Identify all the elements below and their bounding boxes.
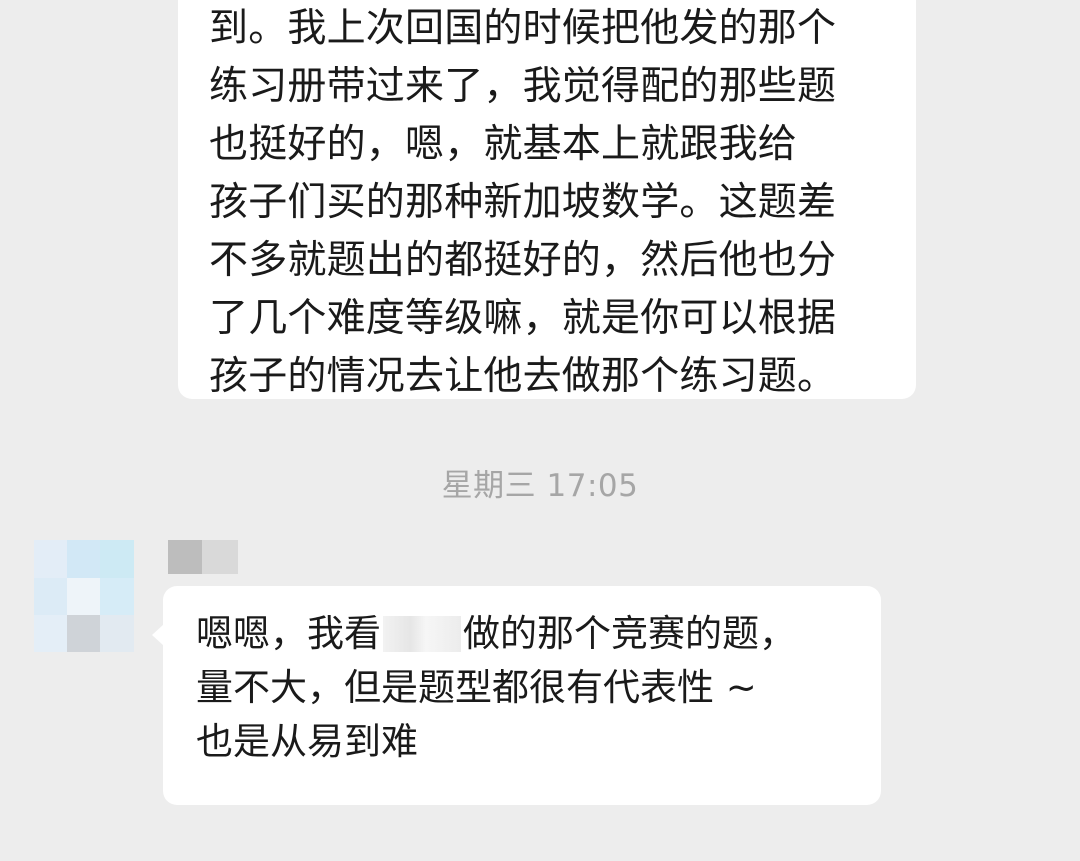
message-line: 不多就题出的都挺好的，然后他也分 xyxy=(209,238,837,283)
message-bubble-2[interactable]: 嗯嗯，我看 做的那个竞赛的题， 量不大，但是题型都很有代表性 ~ 也是从易到难 xyxy=(152,586,881,805)
message-timestamp: 星期三 17:05 xyxy=(441,468,639,504)
message-text-segment: 做的那个竞赛的题， xyxy=(463,612,796,655)
message-line: 了几个难度等级嘛，就是你可以根据 xyxy=(209,296,837,341)
redacted-name xyxy=(383,616,461,652)
message-line: 也挺好的，嗯，就基本上就跟我给 xyxy=(209,122,798,167)
message-bubble-1[interactable]: 到。我上次回国的时候把他发的那个 练习册带过来了，我觉得配的那些题 也挺好的，嗯… xyxy=(178,0,916,399)
sender-nickname xyxy=(168,540,238,574)
message-line: 也是从易到难 xyxy=(196,720,418,763)
message-line: 练习册带过来了，我觉得配的那些题 xyxy=(209,64,837,109)
message-line: 孩子的情况去让他去做那个练习题。 xyxy=(209,354,837,399)
message-line: 孩子们买的那种新加坡数学。这题差 xyxy=(209,180,837,225)
message-text-segment: 嗯嗯，我看 xyxy=(196,612,381,655)
message-line: 嗯嗯，我看 做的那个竞赛的题， xyxy=(196,607,861,661)
message-line: 到。我上次回国的时候把他发的那个 xyxy=(209,6,837,51)
avatar[interactable] xyxy=(34,540,134,652)
message-line: 量不大，但是题型都很有代表性 ~ xyxy=(196,666,757,709)
